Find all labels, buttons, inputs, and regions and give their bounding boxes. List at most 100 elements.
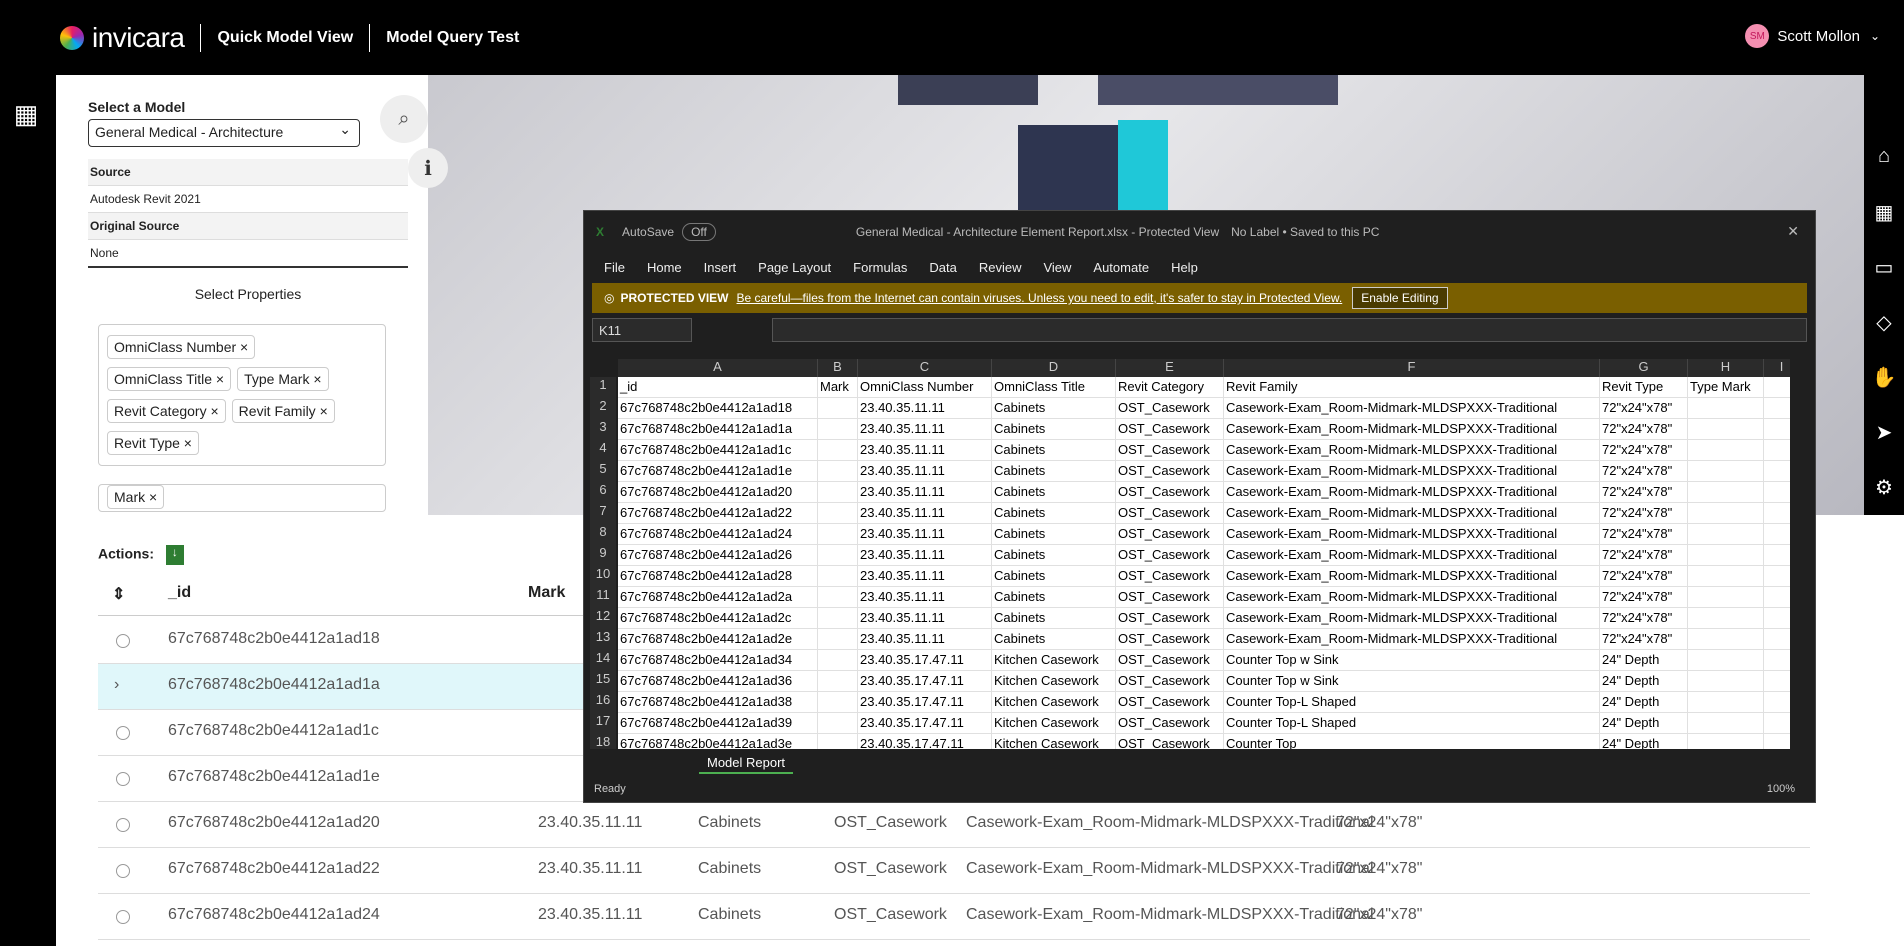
cell[interactable] bbox=[1764, 608, 1790, 629]
cell[interactable] bbox=[1764, 377, 1790, 398]
cell[interactable]: 67c768748c2b0e4412a1ad34 bbox=[618, 650, 818, 671]
cell[interactable] bbox=[818, 587, 858, 608]
cell[interactable]: Casework-Exam_Room-Midmark-MLDSPXXX-Trad… bbox=[1224, 482, 1600, 503]
cell[interactable]: Cabinets bbox=[992, 482, 1116, 503]
cell[interactable] bbox=[818, 461, 858, 482]
cell[interactable]: Kitchen Casework bbox=[992, 671, 1116, 692]
cell[interactable] bbox=[1764, 545, 1790, 566]
cell[interactable] bbox=[1764, 671, 1790, 692]
cell[interactable]: 23.40.35.11.11 bbox=[858, 440, 992, 461]
cell[interactable]: Cabinets bbox=[992, 587, 1116, 608]
cell[interactable] bbox=[818, 482, 858, 503]
cell[interactable] bbox=[818, 692, 858, 713]
cell[interactable]: 67c768748c2b0e4412a1ad2a bbox=[618, 587, 818, 608]
menu-home[interactable]: Home bbox=[647, 260, 682, 275]
spreadsheet-grid[interactable]: A B C D E F G H I 1 _id Mark OmniClass Number OmniCla… bbox=[590, 359, 1790, 749]
cell[interactable] bbox=[1688, 545, 1764, 566]
cell[interactable] bbox=[1688, 503, 1764, 524]
cell[interactable] bbox=[1764, 482, 1790, 503]
column-header[interactable]: C bbox=[858, 359, 992, 377]
cell[interactable]: 24" Depth bbox=[1600, 713, 1688, 734]
cell[interactable]: Cabinets bbox=[992, 545, 1116, 566]
row-header[interactable]: 12 bbox=[590, 608, 616, 629]
cell[interactable]: 72"x24"x78" bbox=[1600, 524, 1688, 545]
cell[interactable]: 72"x24"x78" bbox=[1600, 629, 1688, 650]
row-header[interactable]: 5 bbox=[590, 461, 616, 482]
cell[interactable]: 23.40.35.11.11 bbox=[858, 398, 992, 419]
row-radio[interactable] bbox=[116, 910, 130, 924]
cell[interactable] bbox=[1764, 587, 1790, 608]
cell[interactable]: OST_Casework bbox=[1116, 419, 1224, 440]
close-icon[interactable]: ✕ bbox=[1787, 223, 1799, 240]
cell[interactable]: OST_Casework bbox=[1116, 650, 1224, 671]
cell[interactable]: OST_Casework bbox=[1116, 671, 1224, 692]
cell[interactable] bbox=[818, 713, 858, 734]
row-radio[interactable] bbox=[116, 634, 130, 648]
cell[interactable]: OST_Casework bbox=[1116, 524, 1224, 545]
cell[interactable]: OST_Casework bbox=[1116, 713, 1224, 734]
cell[interactable]: OST_Casework bbox=[1116, 482, 1224, 503]
cell[interactable] bbox=[1688, 650, 1764, 671]
cell[interactable]: OST_Casework bbox=[1116, 503, 1224, 524]
cell[interactable]: OST_Casework bbox=[1116, 545, 1224, 566]
cell[interactable]: Casework-Exam_Room-Midmark-MLDSPXXX-Trad… bbox=[1224, 545, 1600, 566]
row-header[interactable]: 8 bbox=[590, 524, 616, 545]
column-header[interactable]: G bbox=[1600, 359, 1688, 377]
menu-insert[interactable]: Insert bbox=[704, 260, 737, 275]
row-header[interactable]: 9 bbox=[590, 545, 616, 566]
table-row[interactable]: 67c768748c2b0e4412a1ad20 23.40.35.11.11 Ca… bbox=[98, 802, 1810, 848]
cell[interactable] bbox=[1688, 629, 1764, 650]
properties-multiselect[interactable]: OmniClass Number × OmniClass Title × Typ… bbox=[98, 324, 386, 466]
cell[interactable]: Mark bbox=[818, 377, 858, 398]
cell[interactable]: Cabinets bbox=[992, 398, 1116, 419]
camera-icon[interactable]: ▭ bbox=[1864, 255, 1904, 280]
cell[interactable]: 67c768748c2b0e4412a1ad1e bbox=[618, 461, 818, 482]
cell[interactable]: Kitchen Casework bbox=[992, 650, 1116, 671]
cell[interactable]: Kitchen Casework bbox=[992, 713, 1116, 734]
hand-icon[interactable]: ✋ bbox=[1864, 365, 1904, 390]
cell[interactable]: 67c768748c2b0e4412a1ad36 bbox=[618, 671, 818, 692]
cell[interactable]: Counter Top w Sink bbox=[1224, 650, 1600, 671]
cell[interactable] bbox=[1688, 398, 1764, 419]
cell[interactable]: 72"x24"x78" bbox=[1600, 566, 1688, 587]
row-header[interactable]: 16 bbox=[590, 692, 616, 713]
cell[interactable] bbox=[1688, 734, 1764, 749]
cell[interactable]: 72"x24"x78" bbox=[1600, 587, 1688, 608]
cell[interactable] bbox=[1688, 671, 1764, 692]
cell[interactable]: Cabinets bbox=[992, 608, 1116, 629]
cell[interactable]: 23.40.35.17.47.11 bbox=[858, 692, 992, 713]
row-header[interactable]: 4 bbox=[590, 440, 616, 461]
row-radio[interactable] bbox=[116, 772, 130, 786]
cell[interactable] bbox=[1688, 524, 1764, 545]
chip-omniclass-title[interactable]: OmniClass Title × bbox=[107, 367, 232, 391]
cell[interactable] bbox=[1688, 419, 1764, 440]
search-icon[interactable]: ⌕ bbox=[380, 95, 428, 143]
row-header[interactable]: 11 bbox=[590, 587, 616, 608]
chip-omniclass-number[interactable]: OmniClass Number × bbox=[107, 335, 256, 359]
cell[interactable] bbox=[818, 566, 858, 587]
row-header[interactable]: 2 bbox=[590, 398, 616, 419]
row-header[interactable]: 7 bbox=[590, 503, 616, 524]
cell[interactable]: Casework-Exam_Room-Midmark-MLDSPXXX-Trad… bbox=[1224, 587, 1600, 608]
cell[interactable]: Casework-Exam_Room-Midmark-MLDSPXXX-Trad… bbox=[1224, 566, 1600, 587]
cell[interactable]: 23.40.35.11.11 bbox=[858, 482, 992, 503]
model-settings-icon[interactable]: ⚙ bbox=[1864, 475, 1904, 500]
cell[interactable]: Cabinets bbox=[992, 419, 1116, 440]
cell[interactable]: 67c768748c2b0e4412a1ad1a bbox=[618, 419, 818, 440]
cell[interactable]: 24" Depth bbox=[1600, 692, 1688, 713]
cell[interactable]: _id bbox=[618, 377, 818, 398]
cell[interactable]: OST_Casework bbox=[1116, 461, 1224, 482]
cell[interactable]: Cabinets bbox=[992, 524, 1116, 545]
cell[interactable]: OST_Casework bbox=[1116, 692, 1224, 713]
row-radio[interactable] bbox=[116, 726, 130, 740]
zoom-level[interactable]: 100% bbox=[1767, 783, 1795, 795]
cell[interactable]: 23.40.35.17.47.11 bbox=[858, 650, 992, 671]
column-header[interactable]: F bbox=[1224, 359, 1600, 377]
table-row[interactable]: 67c768748c2b0e4412a1ad24 23.40.35.11.11 Ca… bbox=[98, 894, 1810, 940]
menu-data[interactable]: Data bbox=[929, 260, 956, 275]
cell[interactable]: OST_Casework bbox=[1116, 734, 1224, 749]
expand-icon[interactable]: › bbox=[114, 676, 119, 694]
cell[interactable]: Casework-Exam_Room-Midmark-MLDSPXXX-Trad… bbox=[1224, 503, 1600, 524]
cell[interactable]: 24" Depth bbox=[1600, 734, 1688, 749]
cell[interactable] bbox=[818, 545, 858, 566]
